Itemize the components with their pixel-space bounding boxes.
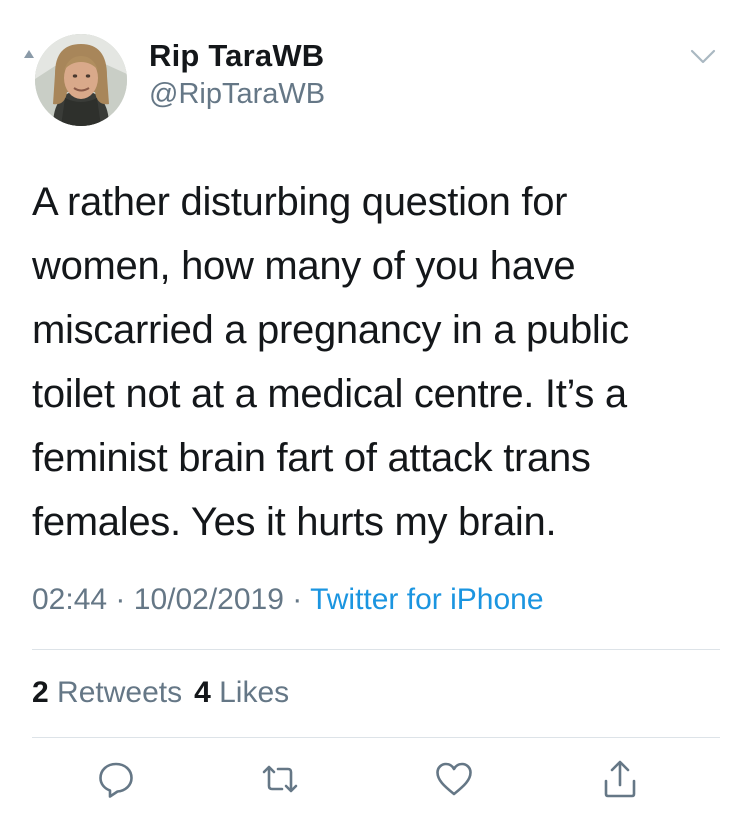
tweet-meta: 02:44 · 10/02/2019 · Twitter for iPhone (32, 583, 544, 617)
share-icon (604, 760, 636, 798)
like-button[interactable] (430, 755, 478, 803)
retweets-stat[interactable]: 2 Retweets (32, 676, 182, 709)
tweet-source-link[interactable]: Twitter for iPhone (310, 583, 543, 616)
tweet-actions (0, 755, 742, 807)
divider (32, 737, 720, 738)
tweet-text-line: toilet not at a medical centre. It’s a (32, 372, 627, 416)
likes-stat[interactable]: 4 Likes (194, 676, 289, 709)
tweet-text: A rather disturbing question for women, … (32, 170, 692, 554)
account-switch-icon (24, 50, 34, 58)
retweets-label: Retweets (57, 676, 183, 709)
tweet-text-line: A rather disturbing question for (32, 180, 568, 224)
meta-separator: · (115, 583, 126, 616)
retweet-icon (262, 765, 298, 793)
tweet-text-line: miscarried a pregnancy in a public (32, 308, 629, 352)
reply-icon (99, 762, 133, 798)
chevron-down-icon[interactable] (690, 48, 716, 66)
reply-button[interactable] (92, 755, 140, 803)
likes-label: Likes (219, 676, 290, 709)
tweet-stats: 2 Retweets 4 Likes (32, 676, 289, 710)
author-name[interactable]: Rip TaraWB (149, 38, 324, 74)
profile-photo-icon (35, 34, 127, 126)
tweet-text-line: women, how many of you have (32, 244, 576, 288)
meta-separator: · (292, 583, 303, 616)
share-button[interactable] (596, 755, 644, 803)
tweet-time: 02:44 (32, 583, 108, 616)
tweet-text-line: females. Yes it hurts my brain. (32, 500, 557, 544)
tweet-card: Rip TaraWB @RipTaraWB A rather disturbin… (0, 0, 742, 826)
likes-count: 4 (194, 676, 211, 709)
like-icon (436, 762, 472, 796)
tweet-date: 10/02/2019 (133, 583, 284, 616)
retweets-count: 2 (32, 676, 49, 709)
tweet-text-line: feminist brain fart of attack trans (32, 436, 591, 480)
avatar[interactable] (35, 34, 127, 126)
divider (32, 649, 720, 650)
retweet-button[interactable] (256, 755, 304, 803)
author-handle[interactable]: @RipTaraWB (149, 78, 325, 111)
